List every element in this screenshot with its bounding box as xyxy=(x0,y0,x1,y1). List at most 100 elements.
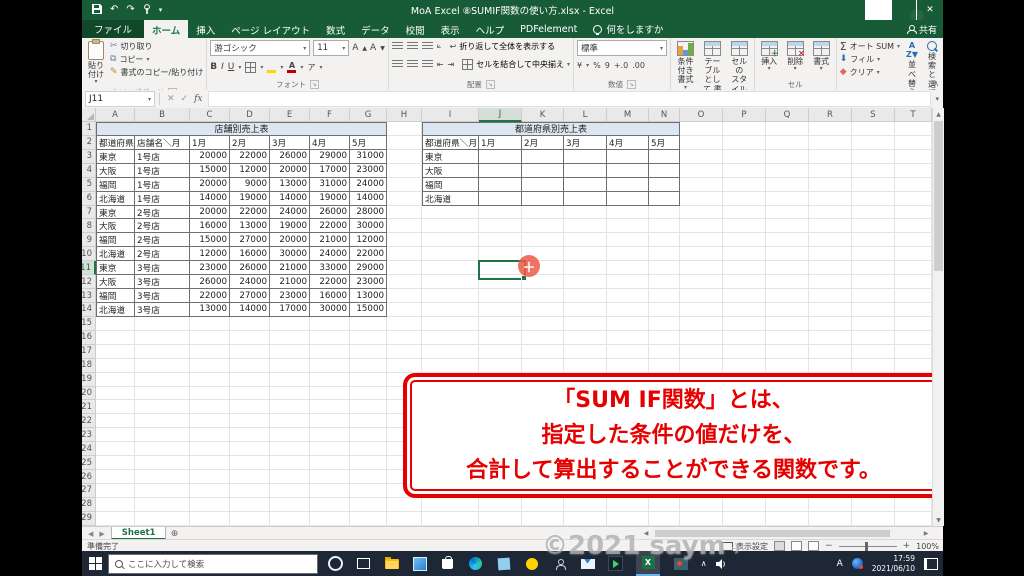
row-header-28[interactable]: 28 xyxy=(82,497,96,512)
cell-L4[interactable] xyxy=(564,163,607,178)
cell-H14[interactable] xyxy=(387,302,422,317)
cell-B2[interactable]: 店舗名＼月 xyxy=(135,135,190,150)
cell-D18[interactable] xyxy=(230,358,270,373)
cell-H12[interactable] xyxy=(387,275,422,290)
col-header-Q[interactable]: Q xyxy=(766,108,809,122)
cell-I2[interactable]: 都道府県＼月 xyxy=(422,135,479,150)
cell-R7[interactable] xyxy=(809,205,852,220)
cell-G7[interactable]: 28000 xyxy=(350,205,387,220)
cell-H6[interactable] xyxy=(387,191,422,206)
col-header-E[interactable]: E xyxy=(270,108,310,122)
cell-A5[interactable]: 福岡 xyxy=(96,177,135,192)
cell-O9[interactable] xyxy=(680,233,723,248)
align-middle-icon[interactable] xyxy=(406,42,418,50)
cell-E22[interactable] xyxy=(270,414,310,429)
cell-A1[interactable]: 店舗別売上表 xyxy=(96,122,387,136)
borders-icon[interactable] xyxy=(245,61,257,73)
cell-M8[interactable] xyxy=(607,219,649,234)
cell-P1[interactable] xyxy=(723,122,766,136)
cell-K8[interactable] xyxy=(522,219,564,234)
cell-M14[interactable] xyxy=(607,302,649,317)
cell-K2[interactable]: 2月 xyxy=(522,135,564,150)
cell-E28[interactable] xyxy=(270,497,310,512)
cell-Q1[interactable] xyxy=(766,122,809,136)
col-header-I[interactable]: I xyxy=(422,108,479,122)
row-header-12[interactable]: 12 xyxy=(82,275,96,290)
cell-B28[interactable] xyxy=(135,497,190,512)
cell-D24[interactable] xyxy=(230,442,270,457)
cell-Q2[interactable] xyxy=(766,135,809,150)
yellow-app-button[interactable] xyxy=(524,556,539,571)
cell-F6[interactable]: 19000 xyxy=(310,191,350,206)
cell-J13[interactable] xyxy=(479,289,522,303)
cell-P12[interactable] xyxy=(723,275,766,290)
cell-O3[interactable] xyxy=(680,149,723,164)
cell-D10[interactable]: 16000 xyxy=(230,247,270,262)
cell-H5[interactable] xyxy=(387,177,422,192)
cell-I13[interactable] xyxy=(422,289,479,303)
cell-J2[interactable]: 1月 xyxy=(479,135,522,150)
collapse-ribbon-icon[interactable]: ∧ xyxy=(933,79,939,88)
tab-help[interactable]: ヘルプ xyxy=(468,20,513,38)
cell-H3[interactable] xyxy=(387,149,422,164)
cell-A21[interactable] xyxy=(96,400,135,415)
cell-E2[interactable]: 3月 xyxy=(270,135,310,150)
cell-M28[interactable] xyxy=(607,497,649,512)
cell-G2[interactable]: 5月 xyxy=(350,135,387,150)
cell-N11[interactable] xyxy=(649,261,680,276)
decrease-indent-icon[interactable]: ⇤ xyxy=(437,60,444,69)
cell-C4[interactable]: 15000 xyxy=(190,163,230,178)
cell-S13[interactable] xyxy=(852,289,895,303)
cell-P10[interactable] xyxy=(723,247,766,262)
cell-F7[interactable]: 26000 xyxy=(310,205,350,220)
formula-input[interactable] xyxy=(207,91,932,107)
tab-data[interactable]: データ xyxy=(353,20,398,38)
cell-D23[interactable] xyxy=(230,428,270,443)
cell-J3[interactable] xyxy=(479,149,522,164)
row-header-6[interactable]: 6 xyxy=(82,191,96,206)
cell-K15[interactable] xyxy=(522,316,564,331)
conditional-formatting-button[interactable]: 条件付き書式 ▾ xyxy=(674,40,697,92)
cell-G4[interactable]: 23000 xyxy=(350,163,387,178)
tab-file[interactable]: ファイル xyxy=(82,20,145,38)
cell-N12[interactable] xyxy=(649,275,680,290)
percent-style-icon[interactable]: % xyxy=(593,61,601,70)
cell-J4[interactable] xyxy=(479,163,522,178)
cell-P18[interactable] xyxy=(723,358,766,373)
cell-P14[interactable] xyxy=(723,302,766,317)
cell-M17[interactable] xyxy=(607,344,649,359)
cell-F18[interactable] xyxy=(310,358,350,373)
cell-G9[interactable]: 12000 xyxy=(350,233,387,248)
cell-E25[interactable] xyxy=(270,456,310,471)
cell-B21[interactable] xyxy=(135,400,190,415)
cell-M3[interactable] xyxy=(607,149,649,164)
cell-L10[interactable] xyxy=(564,247,607,262)
cell-D8[interactable]: 13000 xyxy=(230,219,270,234)
sheet-prev-icon[interactable]: ◀ xyxy=(88,530,93,538)
cell-B23[interactable] xyxy=(135,428,190,443)
cell-F20[interactable] xyxy=(310,386,350,401)
cancel-icon[interactable]: ✕ xyxy=(167,94,175,104)
cell-M6[interactable] xyxy=(607,191,649,206)
cell-O1[interactable] xyxy=(680,122,723,136)
cell-G12[interactable]: 23000 xyxy=(350,275,387,290)
clear-button[interactable]: ◆ クリア ▾ xyxy=(840,66,900,78)
vertical-scrollbar[interactable]: ▲ ▼ xyxy=(932,108,944,526)
cell-S9[interactable] xyxy=(852,233,895,248)
cell-B11[interactable]: 3号店 xyxy=(135,261,190,276)
cell-A15[interactable] xyxy=(96,316,135,331)
cell-C17[interactable] xyxy=(190,344,230,359)
cell-O6[interactable] xyxy=(680,191,723,206)
format-cells-button[interactable]: 書式 ▾ xyxy=(810,40,833,74)
cell-L17[interactable] xyxy=(564,344,607,359)
cell-K18[interactable] xyxy=(522,358,564,373)
cell-P11[interactable] xyxy=(723,261,766,276)
wrap-text-button[interactable]: ↩ 折り返して全体を表示する xyxy=(450,40,555,52)
col-header-M[interactable]: M xyxy=(607,108,649,122)
ime-indicator[interactable]: A xyxy=(837,559,843,569)
cell-H2[interactable] xyxy=(387,135,422,150)
row-header-8[interactable]: 8 xyxy=(82,219,96,234)
cell-G23[interactable] xyxy=(350,428,387,443)
cell-R13[interactable] xyxy=(809,289,852,303)
cell-E17[interactable] xyxy=(270,344,310,359)
